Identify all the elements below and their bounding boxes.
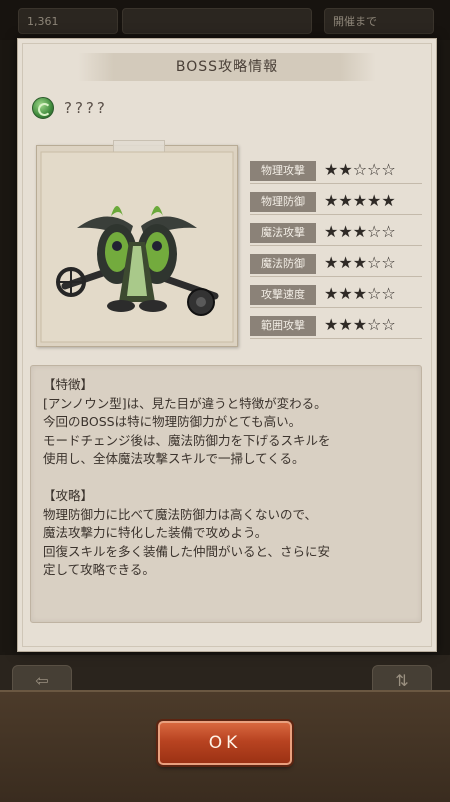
- boss-illustration: [36, 140, 238, 347]
- currency-display: 1,361: [18, 8, 118, 34]
- boss-info-dialog: BOSS攻略情報 ???? 物理攻撃 ★★☆☆☆ 物理防御 ★★★★★ 魔法攻撃…: [17, 38, 437, 652]
- features-line: モードチェンジ後は、魔法防御力を下げるスキルを: [43, 432, 331, 448]
- background-status-pill: [122, 8, 312, 34]
- stat-row-magic-attack: 魔法攻撃 ★★★☆☆: [250, 222, 422, 254]
- divider: [250, 245, 422, 246]
- event-timer-label: 開催まで: [333, 15, 377, 28]
- star-rating: ★★★☆☆: [324, 284, 396, 303]
- divider: [250, 307, 422, 308]
- divider: [250, 276, 422, 277]
- star-rating: ★★★☆☆: [324, 253, 396, 272]
- strategy-heading: 【攻略】: [43, 487, 94, 503]
- features-line: 使用し、全体魔法攻撃スキルで一掃してくる。: [43, 451, 305, 467]
- stat-row-area-attack: 範囲攻撃 ★★★☆☆: [250, 315, 422, 347]
- stat-row-attack-speed: 攻撃速度 ★★★☆☆: [250, 284, 422, 316]
- star-rating: ★★☆☆☆: [324, 160, 396, 179]
- stat-row-magic-defense: 魔法防御 ★★★☆☆: [250, 253, 422, 285]
- strategy-line: 魔法攻撃力に特化した装備で攻めよう。: [43, 525, 268, 541]
- stat-label: 範囲攻撃: [250, 316, 316, 336]
- strategy-line: 物理防御力に比べて魔法防御力は高くないので、: [43, 506, 318, 522]
- star-rating: ★★★☆☆: [324, 222, 396, 241]
- currency-value: 1,361: [27, 15, 59, 28]
- stat-label: 物理防御: [250, 192, 316, 212]
- boss-name: ????: [64, 99, 108, 117]
- features-line: [アンノウン型]は、見た目が違うと特徴が変わる。: [43, 395, 327, 411]
- event-timer-display: 開催まで: [324, 8, 434, 34]
- divider: [250, 214, 422, 215]
- divider: [250, 183, 422, 184]
- strategy-line: 回復スキルを多く装備した仲間がいると、さらに安: [43, 543, 331, 559]
- stat-row-physical-defense: 物理防御 ★★★★★: [250, 191, 422, 223]
- background-top-bar: 1,361 開催まで: [0, 0, 450, 40]
- divider: [250, 338, 422, 339]
- boss-description-box: 【特徴】 [アンノウン型]は、見た目が違うと特徴が変わる。 今回のBOSSは特に…: [30, 365, 422, 623]
- stat-label: 魔法攻撃: [250, 223, 316, 243]
- stat-label: 物理攻撃: [250, 161, 316, 181]
- stat-row-physical-attack: 物理攻撃 ★★☆☆☆: [250, 160, 422, 192]
- boss-artwork-icon: [40, 151, 234, 343]
- strategy-line: 定して攻略できる。: [43, 562, 155, 578]
- star-rating: ★★★☆☆: [324, 315, 396, 334]
- star-rating: ★★★★★: [324, 191, 396, 210]
- boss-name-row: ????: [32, 97, 108, 119]
- ok-button[interactable]: OK: [158, 721, 292, 765]
- stat-label: 攻撃速度: [250, 285, 316, 305]
- features-heading: 【特徴】: [43, 377, 94, 392]
- features-line: 今回のBOSSは特に物理防御力がとても高い。: [43, 414, 302, 430]
- stat-label: 魔法防御: [250, 254, 316, 274]
- dialog-title: BOSS攻略情報: [78, 53, 376, 81]
- boss-stats-list: 物理攻撃 ★★☆☆☆ 物理防御 ★★★★★ 魔法攻撃 ★★★☆☆ 魔法防御 ★★…: [250, 160, 422, 347]
- element-wind-icon: [32, 97, 54, 119]
